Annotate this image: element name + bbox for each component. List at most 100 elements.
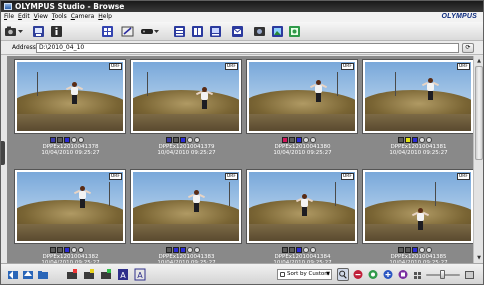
scroll-up-arrow-icon[interactable]: ▲: [475, 57, 483, 65]
rotate-left-icon[interactable]: [71, 247, 77, 253]
rotate-right-icon[interactable]: [78, 137, 84, 143]
back-folder-icon[interactable]: [7, 268, 19, 281]
rotate-left-icon[interactable]: [187, 137, 193, 143]
scroll-thumb[interactable]: [475, 66, 483, 160]
thumbnail-item[interactable]: ORF DPPEx12010041384 10/04/2010 09:25:27: [246, 169, 359, 263]
rotate-right-icon[interactable]: [194, 247, 200, 253]
rotate-left-icon[interactable]: [187, 247, 193, 253]
color-label-swatch[interactable]: [64, 247, 70, 253]
rotate-left-icon[interactable]: [71, 137, 77, 143]
up-folder-icon[interactable]: [22, 268, 34, 281]
refresh-button[interactable]: ⟳: [462, 43, 474, 53]
rotate-right-icon[interactable]: [426, 247, 432, 253]
zoom-in-icon[interactable]: [382, 268, 394, 281]
zoom-out-icon[interactable]: [352, 268, 364, 281]
sort-dropdown[interactable]: Sort by Custom ▼: [277, 269, 332, 280]
web-album-icon[interactable]: [271, 25, 284, 38]
menu-camera[interactable]: Camera: [71, 12, 95, 22]
thumbnail-date: 10/04/2010 09:25:27: [273, 150, 332, 156]
color-label-swatch[interactable]: [50, 247, 56, 253]
edit-image-icon[interactable]: [121, 25, 134, 38]
color-label-swatch[interactable]: [180, 247, 186, 253]
text-a-outline-icon[interactable]: A: [134, 268, 146, 281]
rotate-left-icon[interactable]: [303, 137, 309, 143]
color-label-swatch[interactable]: [50, 137, 56, 143]
color-label-swatch[interactable]: [166, 247, 172, 253]
lightbox-icon[interactable]: [101, 25, 114, 38]
vertical-scrollbar[interactable]: ▲ ▼: [473, 56, 483, 263]
rotate-left-icon[interactable]: [419, 137, 425, 143]
color-label-swatch[interactable]: [296, 137, 302, 143]
thumbnail-image-frame[interactable]: ORF: [246, 59, 358, 134]
thumbnail-image-frame[interactable]: ORF: [130, 59, 242, 134]
color-label-swatch[interactable]: [282, 247, 288, 253]
compare-icon[interactable]: [191, 25, 204, 38]
export-icon[interactable]: [253, 25, 266, 38]
thumbnail-item[interactable]: ORF DPPEx12010041383 10/04/2010 09:25:27: [130, 169, 243, 263]
thumbnail-image-frame[interactable]: ORF: [14, 169, 126, 244]
thumbnail-item[interactable]: ORF DPPEx12010041385 10/04/2010 09:25:27: [362, 169, 473, 263]
magnifier-icon[interactable]: [337, 268, 349, 281]
email-icon[interactable]: [231, 25, 244, 38]
rotate-right-icon[interactable]: [78, 247, 84, 253]
thumbnail-image-frame[interactable]: ORF: [130, 169, 242, 244]
thumbnail-image-frame[interactable]: ORF: [246, 169, 358, 244]
thumbnail-image-frame[interactable]: ORF: [362, 59, 473, 134]
thumbnail-image-frame[interactable]: ORF: [362, 169, 473, 244]
menu-file[interactable]: File: [4, 12, 14, 22]
zoom-fit-icon[interactable]: [367, 268, 379, 281]
color-label-swatch[interactable]: [398, 137, 404, 143]
stack-icon[interactable]: [173, 25, 186, 38]
thumbnail-image-frame[interactable]: ORF: [14, 59, 126, 134]
new-folder-icon[interactable]: [66, 268, 78, 281]
thumbnail-item[interactable]: ORF DPPEx12010041380 10/04/2010 09:25:27: [246, 59, 359, 161]
camera-dropdown-icon[interactable]: [4, 25, 24, 38]
grid-large-icon[interactable]: [464, 268, 475, 281]
thumbnail-item[interactable]: ORF DPPEx12010041379 10/04/2010 09:25:27: [130, 59, 243, 161]
properties-icon[interactable]: [50, 25, 63, 38]
tag-folder-icon[interactable]: [83, 268, 95, 281]
scroll-down-arrow-icon[interactable]: ▼: [475, 254, 483, 262]
color-label-swatch[interactable]: [412, 247, 418, 253]
color-label-swatch[interactable]: [180, 137, 186, 143]
color-label-swatch[interactable]: [166, 137, 172, 143]
rotate-right-icon[interactable]: [194, 137, 200, 143]
menu-view[interactable]: View: [34, 12, 48, 22]
slideshow-icon[interactable]: [140, 25, 160, 38]
rotate-left-icon[interactable]: [419, 247, 425, 253]
print-icon[interactable]: [209, 25, 222, 38]
import-icon[interactable]: [32, 25, 45, 38]
color-label-swatch[interactable]: [289, 137, 295, 143]
color-label-swatch[interactable]: [173, 247, 179, 253]
folder-icon[interactable]: [37, 268, 49, 281]
color-label-swatch[interactable]: [296, 247, 302, 253]
address-input[interactable]: D:\2010_04_10: [36, 43, 459, 53]
zoom-actual-icon[interactable]: [397, 268, 409, 281]
thumbnail-item[interactable]: ORF DPPEx12010041378 10/04/2010 09:25:27: [14, 59, 127, 161]
thumbnail-size-slider-knob[interactable]: [440, 270, 445, 279]
menu-help[interactable]: Help: [98, 12, 112, 22]
thumbnail-item[interactable]: ORF DPPEx12010041381 10/04/2010 09:25:27: [362, 59, 473, 161]
color-label-swatch[interactable]: [405, 247, 411, 253]
rotate-right-icon[interactable]: [426, 137, 432, 143]
menu-edit[interactable]: Edit: [18, 12, 30, 22]
panel-toggle-tab[interactable]: [1, 141, 5, 165]
burn-disc-icon[interactable]: [288, 25, 301, 38]
flag-icon[interactable]: [100, 268, 112, 281]
color-label-swatch[interactable]: [412, 137, 418, 143]
color-label-swatch[interactable]: [57, 247, 63, 253]
color-label-swatch[interactable]: [282, 137, 288, 143]
color-label-swatch[interactable]: [398, 247, 404, 253]
rotate-right-icon[interactable]: [310, 137, 316, 143]
color-label-swatch[interactable]: [64, 137, 70, 143]
color-label-swatch[interactable]: [57, 137, 63, 143]
rotate-left-icon[interactable]: [303, 247, 309, 253]
menu-tools[interactable]: Tools: [52, 12, 67, 22]
rotate-right-icon[interactable]: [310, 247, 316, 253]
text-a-icon[interactable]: A: [117, 268, 129, 281]
thumbnail-item[interactable]: ORF DPPEx12010041382 10/04/2010 09:25:27: [14, 169, 127, 263]
color-label-swatch[interactable]: [405, 137, 411, 143]
color-label-swatch[interactable]: [289, 247, 295, 253]
color-label-swatch[interactable]: [173, 137, 179, 143]
grid-small-icon[interactable]: [413, 268, 423, 281]
